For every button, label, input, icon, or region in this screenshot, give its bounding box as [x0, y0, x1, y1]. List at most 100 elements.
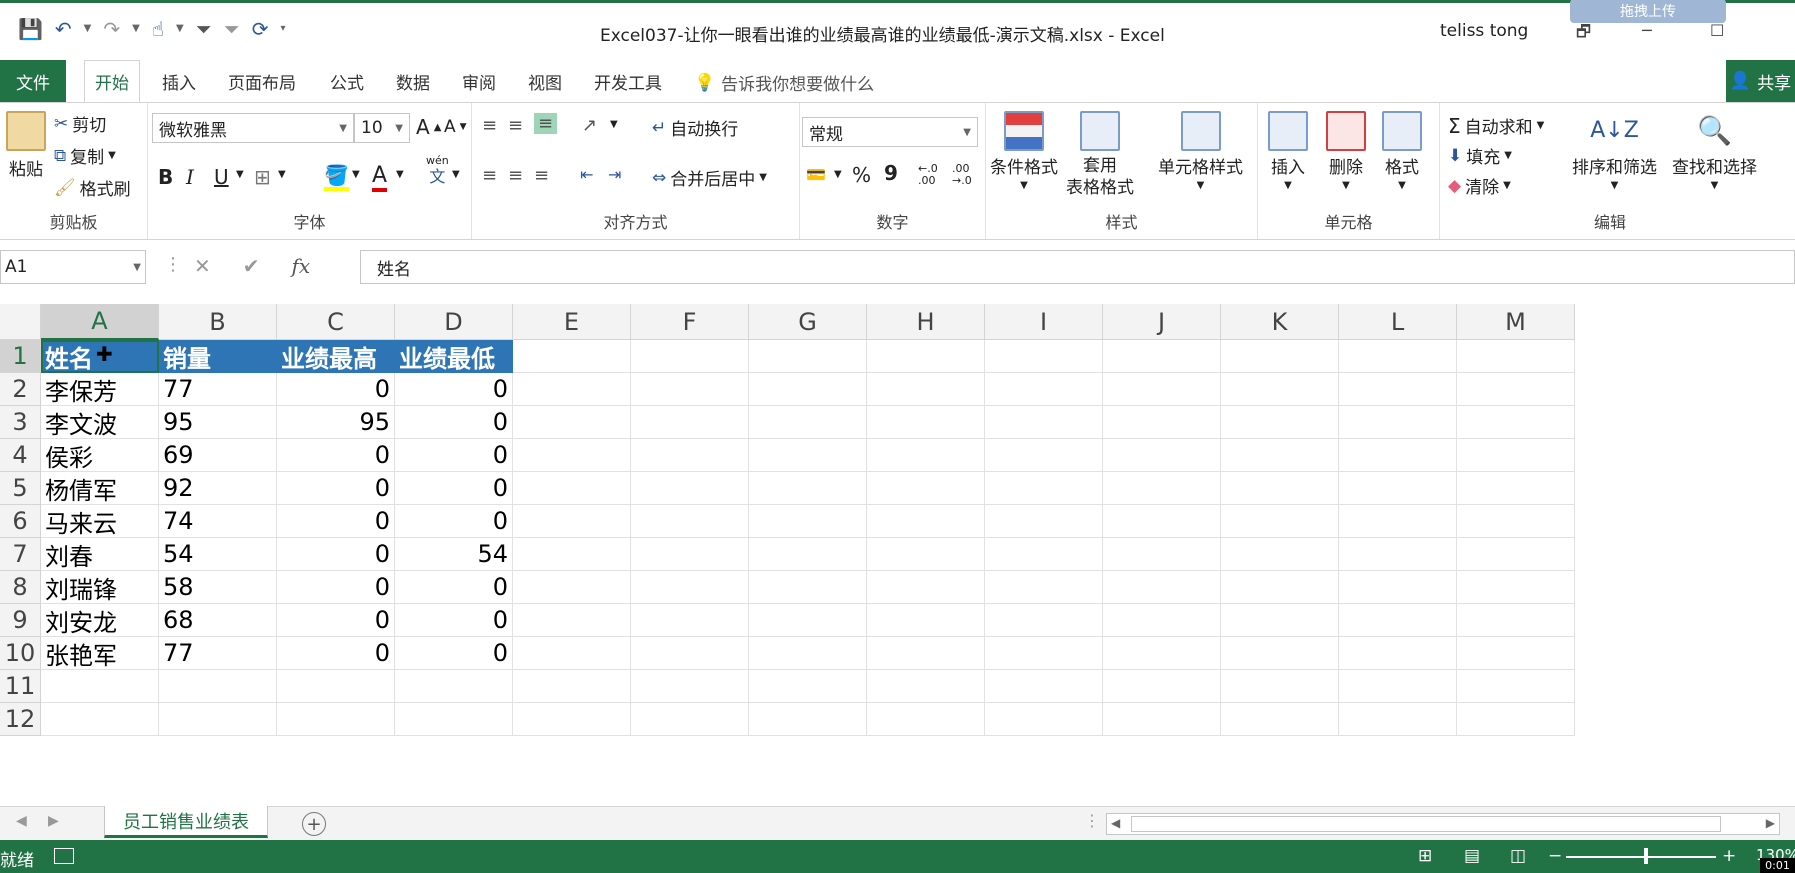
cell-j11[interactable]: [1103, 670, 1221, 703]
insert-cells-button[interactable]: 插入 ▼: [1268, 111, 1308, 191]
row-header-7[interactable]: 7: [0, 538, 41, 571]
cell-j12[interactable]: [1103, 703, 1221, 736]
cell-j1[interactable]: [1103, 340, 1221, 373]
cell-a5[interactable]: 杨倩军: [41, 472, 159, 505]
cell-f6[interactable]: [631, 505, 749, 538]
cell-e11[interactable]: [513, 670, 631, 703]
tab-developer[interactable]: 开发工具: [594, 60, 662, 102]
comma-button[interactable]: 9: [884, 161, 898, 185]
orientation-dropdown-icon[interactable]: ▼: [610, 119, 618, 130]
cell-e12[interactable]: [513, 703, 631, 736]
cancel-icon[interactable]: ✕: [194, 254, 211, 278]
cell-f11[interactable]: [631, 670, 749, 703]
wrap-text-button[interactable]: ↵ 自动换行: [652, 115, 738, 141]
cell-c1[interactable]: 业绩最高: [277, 340, 395, 373]
percent-button[interactable]: %: [852, 163, 871, 187]
cell-j8[interactable]: [1103, 571, 1221, 604]
cell-f7[interactable]: [631, 538, 749, 571]
cell-c3[interactable]: 95: [277, 406, 395, 439]
cell-c5[interactable]: 0: [277, 472, 395, 505]
column-header-c[interactable]: C: [277, 304, 395, 340]
cell-g11[interactable]: [749, 670, 867, 703]
accounting-dropdown-icon[interactable]: ▼: [834, 169, 842, 180]
cell-m4[interactable]: [1457, 439, 1575, 472]
cell-b12[interactable]: [159, 703, 277, 736]
cell-g6[interactable]: [749, 505, 867, 538]
cell-i4[interactable]: [985, 439, 1103, 472]
zoom-out-icon[interactable]: −: [1548, 846, 1562, 866]
cell-g4[interactable]: [749, 439, 867, 472]
cell-h11[interactable]: [867, 670, 985, 703]
bold-button[interactable]: B: [158, 165, 173, 189]
cell-k3[interactable]: [1221, 406, 1339, 439]
cell-c10[interactable]: 0: [277, 637, 395, 670]
cell-a4[interactable]: 侯彩: [41, 439, 159, 472]
cell-d4[interactable]: 0: [395, 439, 513, 472]
cell-g12[interactable]: [749, 703, 867, 736]
autosum-button[interactable]: Σ 自动求和 ▼: [1448, 113, 1544, 139]
sort-filter-button[interactable]: A↓Z 排序和筛选 ▼: [1572, 111, 1657, 191]
border-icon[interactable]: ⊞: [254, 165, 271, 189]
undo-dropdown-icon[interactable]: ▼: [84, 17, 92, 41]
chevron-down-icon[interactable]: ▼: [133, 262, 141, 273]
column-header-g[interactable]: G: [749, 304, 867, 340]
cell-j9[interactable]: [1103, 604, 1221, 637]
orientation-icon[interactable]: ↗: [582, 115, 597, 136]
normal-view-icon[interactable]: ⊞: [1418, 846, 1432, 866]
cell-h2[interactable]: [867, 373, 985, 406]
cell-l7[interactable]: [1339, 538, 1457, 571]
scroll-left-icon[interactable]: ◀: [1111, 816, 1120, 830]
scroll-right-icon[interactable]: ▶: [1766, 816, 1775, 830]
prev-sheet-icon[interactable]: ◀: [16, 813, 27, 829]
cell-i10[interactable]: [985, 637, 1103, 670]
increase-decimal-button[interactable]: ←.0 .00: [918, 163, 946, 187]
cell-a11[interactable]: [41, 670, 159, 703]
cell-i12[interactable]: [985, 703, 1103, 736]
cell-d12[interactable]: [395, 703, 513, 736]
cell-k4[interactable]: [1221, 439, 1339, 472]
row-header-4[interactable]: 4: [0, 439, 41, 472]
cell-i3[interactable]: [985, 406, 1103, 439]
touch-dropdown-icon[interactable]: ▼: [176, 17, 184, 41]
fill-color-icon[interactable]: 🪣: [324, 163, 349, 191]
cell-b8[interactable]: 58: [159, 571, 277, 604]
column-header-k[interactable]: K: [1221, 304, 1339, 340]
cell-l12[interactable]: [1339, 703, 1457, 736]
cell-j6[interactable]: [1103, 505, 1221, 538]
tab-formulas[interactable]: 公式: [330, 60, 364, 102]
cell-a7[interactable]: 刘春: [41, 538, 159, 571]
row-header-5[interactable]: 5: [0, 472, 41, 505]
cell-e1[interactable]: [513, 340, 631, 373]
cut-button[interactable]: ✂ 剪切: [54, 111, 106, 137]
cell-e5[interactable]: [513, 472, 631, 505]
cell-h5[interactable]: [867, 472, 985, 505]
cell-m1[interactable]: [1457, 340, 1575, 373]
cell-i8[interactable]: [985, 571, 1103, 604]
cell-a10[interactable]: 张艳军: [41, 637, 159, 670]
cell-d1[interactable]: 业绩最低: [395, 340, 513, 373]
cell-h8[interactable]: [867, 571, 985, 604]
cell-l1[interactable]: [1339, 340, 1457, 373]
merge-center-button[interactable]: ⇔ 合并后居中 ▼: [652, 165, 767, 191]
cell-a6[interactable]: 马来云: [41, 505, 159, 538]
cell-g7[interactable]: [749, 538, 867, 571]
cell-m8[interactable]: [1457, 571, 1575, 604]
align-right-icon[interactable]: ≡: [534, 165, 549, 186]
row-header-9[interactable]: 9: [0, 604, 41, 637]
row-header-3[interactable]: 3: [0, 406, 41, 439]
cell-b4[interactable]: 69: [159, 439, 277, 472]
cell-b7[interactable]: 54: [159, 538, 277, 571]
cell-d9[interactable]: 0: [395, 604, 513, 637]
column-header-b[interactable]: B: [159, 304, 277, 340]
cell-f2[interactable]: [631, 373, 749, 406]
fill-color-dropdown-icon[interactable]: ▼: [352, 169, 360, 180]
cell-m7[interactable]: [1457, 538, 1575, 571]
cell-i5[interactable]: [985, 472, 1103, 505]
clear-button[interactable]: ◆ 清除 ▼: [1448, 173, 1511, 199]
format-cells-button[interactable]: 格式 ▼: [1382, 111, 1422, 191]
column-header-m[interactable]: M: [1457, 304, 1575, 340]
tab-data[interactable]: 数据: [396, 60, 430, 102]
font-color-dropdown-icon[interactable]: ▼: [396, 169, 404, 180]
paste-button[interactable]: 粘贴: [6, 111, 46, 180]
cell-c6[interactable]: 0: [277, 505, 395, 538]
